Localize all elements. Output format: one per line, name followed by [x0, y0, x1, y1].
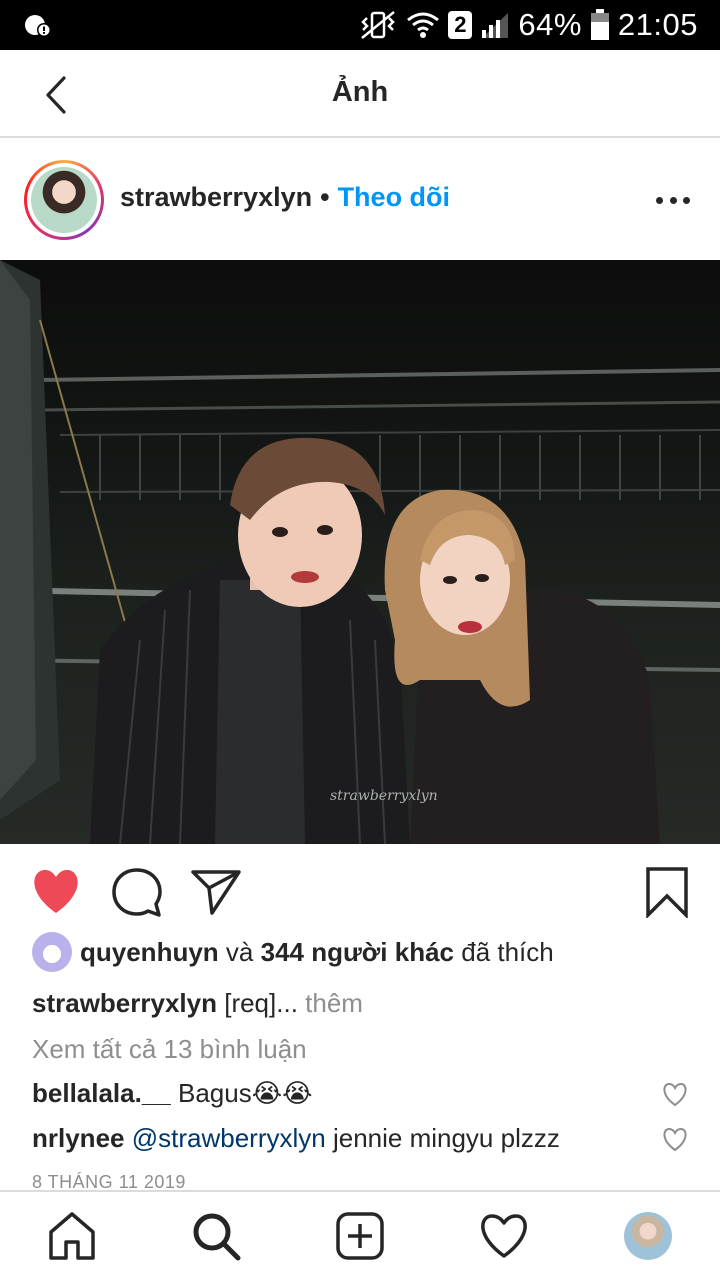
- send-icon[interactable]: [190, 868, 242, 916]
- comment-like-icon[interactable]: [662, 1082, 688, 1108]
- battery-icon: [590, 9, 609, 40]
- post-header: strawberryxlyn • Theo dõi: [0, 140, 720, 260]
- bookmark-icon[interactable]: [644, 866, 690, 918]
- liker-username[interactable]: quyenhuyn: [80, 937, 219, 968]
- post-actions: [0, 844, 720, 934]
- likes-others[interactable]: 344 người khác: [261, 937, 454, 968]
- view-all-comments-link[interactable]: Xem tất cả 13 bình luận: [32, 1034, 307, 1065]
- signal-icon: [482, 13, 509, 38]
- comment-icon[interactable]: [110, 866, 164, 920]
- likes-suffix: đã thích: [461, 936, 554, 967]
- comment-item: nrlynee @strawberryxlyn jennie mingyu pl…: [32, 1123, 652, 1154]
- add-post-icon[interactable]: [334, 1210, 386, 1262]
- comment-username[interactable]: nrlynee: [32, 1123, 125, 1153]
- author-avatar[interactable]: [24, 160, 104, 240]
- home-icon[interactable]: [46, 1210, 98, 1262]
- page-title: Ảnh: [331, 76, 389, 108]
- sim-indicator: 2: [448, 11, 473, 39]
- author-username[interactable]: strawberryxlyn: [120, 182, 312, 213]
- profile-avatar[interactable]: [624, 1212, 672, 1260]
- caption: strawberryxlyn [req]... thêm: [32, 988, 363, 1019]
- likes-connector: và: [225, 936, 254, 967]
- wifi-icon: [407, 12, 440, 38]
- heart-icon[interactable]: [30, 868, 82, 916]
- caption-more-link[interactable]: thêm: [305, 988, 363, 1018]
- search-icon[interactable]: [190, 1210, 242, 1262]
- status-bar: 2 64% 21:05: [0, 0, 720, 50]
- comment-like-icon[interactable]: [662, 1127, 688, 1153]
- heart-outline-icon[interactable]: [478, 1210, 530, 1262]
- notification-icon: [25, 15, 51, 37]
- more-options-icon[interactable]: [656, 188, 690, 212]
- comment-text: Bagus😭😭: [178, 1078, 313, 1108]
- caption-text: [req]...: [224, 988, 298, 1018]
- liker-avatar: [32, 932, 72, 972]
- post-photo-illustration: strawberryxlyn: [0, 260, 720, 844]
- likes-summary[interactable]: quyenhuyn và 344 người khác đã thích: [32, 932, 554, 972]
- author-row: strawberryxlyn • Theo dõi: [120, 182, 450, 213]
- bottom-navigation: [0, 1190, 720, 1280]
- comment-mention[interactable]: @strawberryxlyn: [132, 1123, 326, 1153]
- comment-text: jennie mingyu plzzz: [332, 1123, 560, 1153]
- photo-watermark: strawberryxlyn: [330, 788, 438, 804]
- comment-username[interactable]: bellalala.__: [32, 1078, 171, 1108]
- separator-dot: •: [320, 182, 330, 212]
- vibrate-mode-icon: [361, 11, 396, 39]
- caption-username[interactable]: strawberryxlyn: [32, 988, 217, 1018]
- top-bar: Ảnh: [0, 50, 720, 138]
- clock: 21:05: [617, 7, 698, 42]
- author-avatar-image: [31, 167, 97, 233]
- battery-percent: 64%: [518, 7, 582, 42]
- follow-button[interactable]: Theo dõi: [338, 182, 450, 213]
- comment-item: bellalala.__ Bagus😭😭: [32, 1078, 652, 1109]
- post-photo[interactable]: strawberryxlyn: [0, 260, 720, 844]
